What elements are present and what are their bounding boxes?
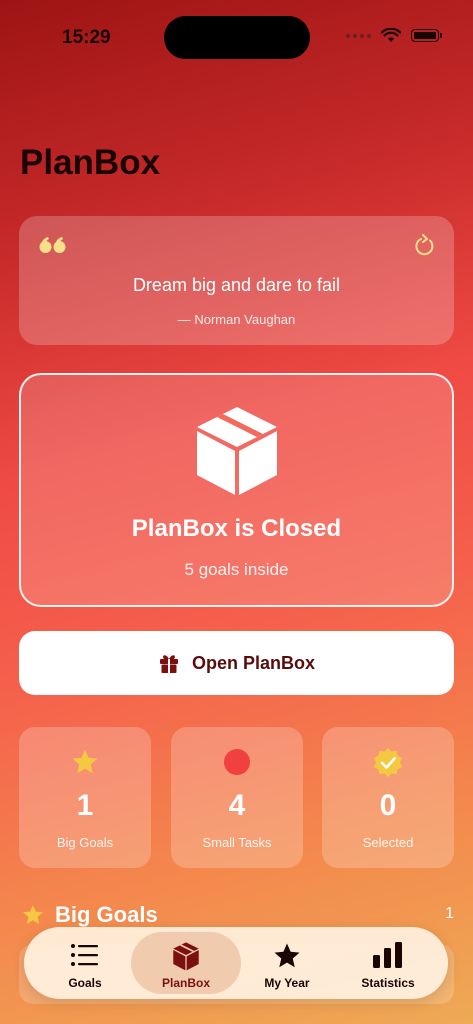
section-title: Big Goals [55,902,158,927]
stat-value: 0 [379,789,397,822]
star-icon [72,749,98,774]
planbox-card[interactable]: PlanBox is Closed 5 goals inside [19,373,454,607]
list-icon [71,944,98,966]
wifi-icon [381,28,401,42]
signal-icon [346,33,371,38]
check-seal-icon [374,748,402,777]
quote-icon [39,237,66,253]
big-goals-section-header: Big Goals 1 [19,900,454,930]
tab-label: PlanBox [161,976,210,990]
tab-label: Goals [68,976,102,990]
page-title: PlanBox [20,143,161,182]
tab-label: Statistics [361,976,415,990]
stat-value: 1 [76,789,94,822]
tab-goals[interactable]: Goals [30,932,140,994]
tab-label: My Year [264,976,310,990]
bar-chart-icon [373,942,402,968]
quote-text: Dream big and dare to fail [132,275,341,295]
quote-card: Dream big and dare to fail — Norman Vaug… [19,216,454,345]
stat-card-big-goals: 1 Big Goals [19,727,151,868]
stat-label: Small Tasks [202,835,272,850]
status-bar: 15:29 [0,0,473,60]
refresh-icon[interactable] [414,234,436,258]
star-icon [274,943,300,968]
dynamic-island [164,16,310,59]
box-icon [197,407,277,495]
stat-card-small-tasks: 4 Small Tasks [171,727,303,868]
open-planbox-button[interactable]: Open PlanBox [19,631,454,695]
stat-value: 4 [228,789,246,822]
status-time: 15:29 [62,27,111,48]
tab-bar: Goals PlanBox My Year Statistics [24,927,448,999]
battery-icon [411,29,442,42]
planbox-goal-count: 5 goals inside [184,560,289,579]
star-icon [23,905,43,924]
stat-card-selected: 0 Selected [322,727,454,868]
box-icon [173,942,199,971]
tab-statistics[interactable]: Statistics [333,932,443,994]
circle-icon [224,749,250,775]
gift-icon [159,655,178,673]
tab-my-year[interactable]: My Year [232,932,342,994]
stat-label: Big Goals [56,835,114,850]
tab-planbox[interactable]: PlanBox [131,932,241,994]
stat-label: Selected [362,835,414,850]
open-planbox-label: Open PlanBox [191,652,316,673]
planbox-status: PlanBox is Closed [131,515,342,542]
quote-author: — Norman Vaughan [177,312,296,327]
status-icons [346,28,442,43]
section-count: 1 [445,905,454,922]
